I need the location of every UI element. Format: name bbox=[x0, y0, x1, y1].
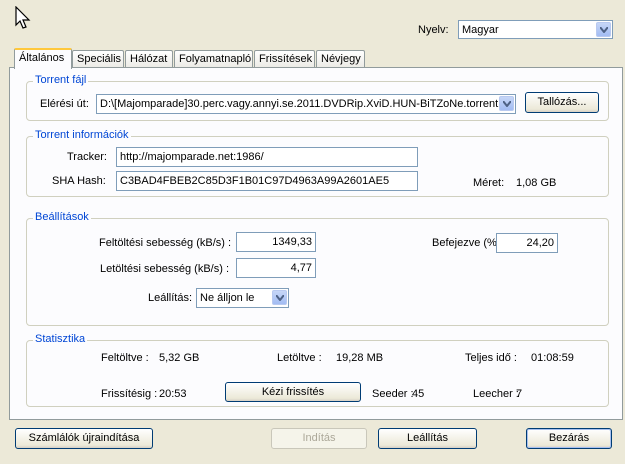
sha-hash-label: SHA Hash: bbox=[52, 175, 106, 187]
completed-field[interactable]: 24,20 bbox=[496, 233, 558, 253]
stop-mode-value: Ne álljon le bbox=[200, 292, 255, 304]
start-button[interactable]: Indítás bbox=[271, 428, 367, 449]
language-label: Nyelv: bbox=[418, 24, 449, 36]
language-select[interactable]: Magyar bbox=[458, 20, 613, 39]
size-value: 1,08 GB bbox=[516, 177, 557, 189]
mouse-cursor-icon bbox=[15, 6, 31, 29]
downloaded-label: Letöltve : bbox=[277, 352, 322, 364]
statistics-title: Statisztika bbox=[33, 333, 88, 345]
path-select[interactable]: D:\[Majomparade]30.perc.vagy.annyi.se.20… bbox=[96, 94, 516, 114]
upload-speed-field[interactable]: 1349,33 bbox=[236, 232, 316, 252]
sha-hash-field[interactable]: C3BAD4FBEB2C85D3F1B01C97D4963A99A2601AE5 bbox=[116, 171, 418, 191]
reset-counters-button[interactable]: Számlálók újraindítása bbox=[15, 428, 153, 449]
chevron-down-icon[interactable] bbox=[596, 22, 611, 37]
tab-frissitesek[interactable]: Frissítések bbox=[254, 50, 315, 67]
torrent-file-title: Torrent fájl bbox=[33, 74, 89, 86]
torrent-info-group: Torrent információk Tracker: http://majo… bbox=[26, 129, 609, 197]
browse-button[interactable]: Tallózás... bbox=[525, 92, 599, 113]
total-time-value: 01:08:59 bbox=[531, 352, 574, 364]
refresh-timer-value: 20:53 bbox=[159, 388, 187, 400]
torrent-file-group: Torrent fájl Elérési út: D:\[Majomparade… bbox=[26, 74, 609, 121]
total-time-label: Teljes idő : bbox=[465, 352, 517, 364]
download-speed-field[interactable]: 4,77 bbox=[236, 258, 316, 278]
chevron-down-icon[interactable] bbox=[272, 290, 287, 305]
tab-panel: Torrent fájl Elérési út: D:\[Majomparade… bbox=[9, 67, 623, 420]
path-label: Elérési út: bbox=[40, 98, 89, 110]
stop-mode-label: Leállítás: bbox=[148, 292, 193, 304]
chevron-down-icon[interactable] bbox=[499, 96, 514, 111]
refresh-timer-label: Frissítésig : bbox=[101, 388, 158, 400]
leecher-value: 7 bbox=[516, 388, 523, 400]
size-label: Méret: bbox=[473, 177, 505, 189]
language-value: Magyar bbox=[462, 24, 499, 36]
manual-refresh-button[interactable]: Kézi frissítés bbox=[225, 382, 361, 402]
settings-title: Beállítások bbox=[33, 211, 91, 223]
close-button[interactable]: Bezárás bbox=[526, 428, 612, 449]
tracker-label: Tracker: bbox=[67, 151, 107, 163]
tab-specialis[interactable]: Speciális bbox=[72, 50, 124, 67]
upload-speed-label: Feltöltési sebesség (kB/s) : bbox=[99, 237, 232, 249]
completed-label: Befejezve (%) bbox=[432, 237, 501, 249]
stop-button[interactable]: Leállítás bbox=[378, 428, 477, 449]
tab-halozat[interactable]: Hálózat bbox=[125, 50, 173, 67]
uploaded-label: Feltöltve : bbox=[101, 352, 149, 364]
downloaded-value: 19,28 MB bbox=[336, 352, 384, 364]
tab-altalanos[interactable]: Általános bbox=[14, 48, 72, 69]
uploaded-value: 5,32 GB bbox=[159, 352, 200, 364]
tracker-field[interactable]: http://majomparade.net:1986/ bbox=[116, 147, 418, 167]
leecher-label: Leecher : bbox=[473, 388, 519, 400]
tab-folyamatnaplo[interactable]: Folyamatnapló bbox=[174, 50, 253, 67]
path-value: D:\[Majomparade]30.perc.vagy.annyi.se.20… bbox=[100, 98, 499, 110]
seeder-label: Seeder : bbox=[372, 388, 414, 400]
download-speed-label: Letöltési sebesség (kB/s) : bbox=[100, 263, 230, 275]
stop-mode-select[interactable]: Ne álljon le bbox=[196, 288, 289, 308]
statistics-group: Statisztika Feltöltve : 5,32 GB Letöltve… bbox=[26, 333, 609, 407]
tab-nevjegy[interactable]: Névjegy bbox=[316, 50, 365, 67]
settings-group: Beállítások Feltöltési sebesség (kB/s) :… bbox=[26, 211, 609, 326]
seeder-value: 45 bbox=[412, 388, 425, 400]
torrent-info-title: Torrent információk bbox=[33, 129, 131, 141]
